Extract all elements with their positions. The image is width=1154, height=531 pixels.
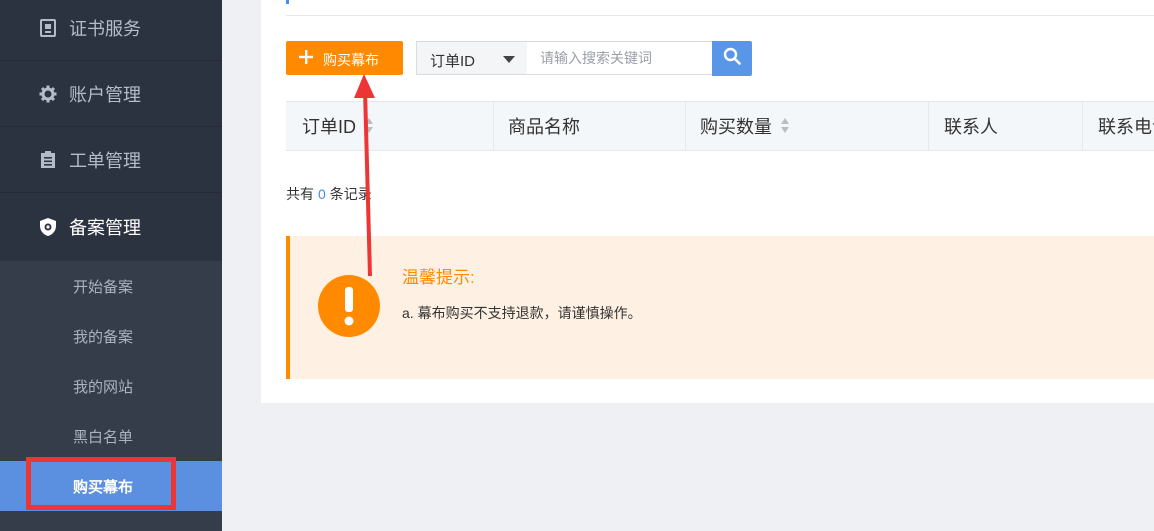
buy-curtain-button[interactable]: 购买幕布	[286, 41, 403, 75]
record-count: 共有 0 条记录	[286, 184, 372, 204]
top-tab-accent	[286, 0, 289, 4]
column-header-label: 联系电话	[1098, 117, 1154, 137]
submenu-item-start-filing[interactable]: 开始备案	[0, 261, 222, 311]
column-header-product-name: 商品名称	[493, 102, 686, 150]
sidebar-item-label: 证书服务	[69, 18, 141, 39]
submenu-item-label: 我的备案	[73, 328, 134, 346]
column-header-phone: 联系电话	[1082, 102, 1154, 150]
column-header-quantity[interactable]: 购买数量	[685, 102, 929, 150]
table-header: 订单ID 商品名称 购买数量 联系人 联系电话	[286, 101, 1154, 151]
submenu-item-black-white-list[interactable]: 黑白名单	[0, 411, 222, 461]
column-header-label: 购买数量	[700, 117, 772, 137]
sort-icon[interactable]	[364, 117, 374, 135]
sidebar-item-label: 备案管理	[69, 218, 141, 238]
caret-down-icon	[503, 56, 515, 63]
gear-icon	[39, 85, 57, 103]
submenu-item-label: 黑白名单	[73, 428, 134, 446]
submenu-item-buy-curtain[interactable]: 购买幕布	[0, 461, 222, 511]
submenu-item-my-filings[interactable]: 我的备案	[0, 311, 222, 361]
sidebar-item-certificate-service[interactable]: 证书服务	[0, 0, 222, 61]
certificate-icon	[39, 18, 57, 37]
shield-icon	[39, 218, 57, 236]
top-divider	[286, 15, 1154, 16]
search-input[interactable]	[527, 41, 713, 75]
column-header-label: 订单ID	[302, 117, 356, 137]
search-field-select-value: 订单ID	[430, 53, 476, 70]
column-header-label: 商品名称	[508, 117, 580, 137]
sort-icon[interactable]	[780, 117, 790, 135]
warning-notice: 温馨提示: a. 幕布购买不支持退款，请谨慎操作。	[286, 236, 1154, 379]
notice-title: 温馨提示:	[402, 268, 475, 287]
buy-curtain-button-label: 购买幕布	[323, 52, 379, 68]
submenu-item-label: 我的网站	[73, 378, 134, 396]
clipboard-icon	[39, 150, 57, 169]
sidebar-item-filing-management[interactable]: 备案管理	[0, 194, 222, 260]
notice-body: a. 幕布购买不支持退款，请谨慎操作。	[402, 305, 642, 321]
column-header-label: 联系人	[944, 117, 998, 137]
column-header-order-id[interactable]: 订单ID	[286, 102, 494, 150]
submenu-item-my-websites[interactable]: 我的网站	[0, 361, 222, 411]
exclamation-icon	[317, 274, 381, 338]
search-field-select[interactable]: 订单ID	[416, 41, 528, 75]
column-header-contact: 联系人	[928, 102, 1083, 150]
search-icon	[723, 47, 741, 70]
search-button[interactable]	[712, 41, 752, 76]
record-count-suffix: 条记录	[329, 186, 372, 202]
plus-icon	[298, 49, 314, 65]
sidebar: 证书服务 账户管理 工单管理 备案管理 开始备案 我的备案 我的网站 黑白名单	[0, 0, 222, 531]
filing-submenu: 开始备案 我的备案 我的网站 黑白名单 购买幕布	[0, 261, 222, 531]
submenu-item-label: 开始备案	[73, 278, 134, 296]
sidebar-item-account-management[interactable]: 账户管理	[0, 61, 222, 127]
sidebar-item-label: 账户管理	[69, 84, 141, 105]
record-count-prefix: 共有	[286, 186, 314, 202]
sidebar-item-ticket-management[interactable]: 工单管理	[0, 127, 222, 193]
record-count-number: 0	[318, 186, 326, 202]
sidebar-item-label: 工单管理	[69, 150, 141, 171]
submenu-item-label: 购买幕布	[73, 478, 134, 496]
